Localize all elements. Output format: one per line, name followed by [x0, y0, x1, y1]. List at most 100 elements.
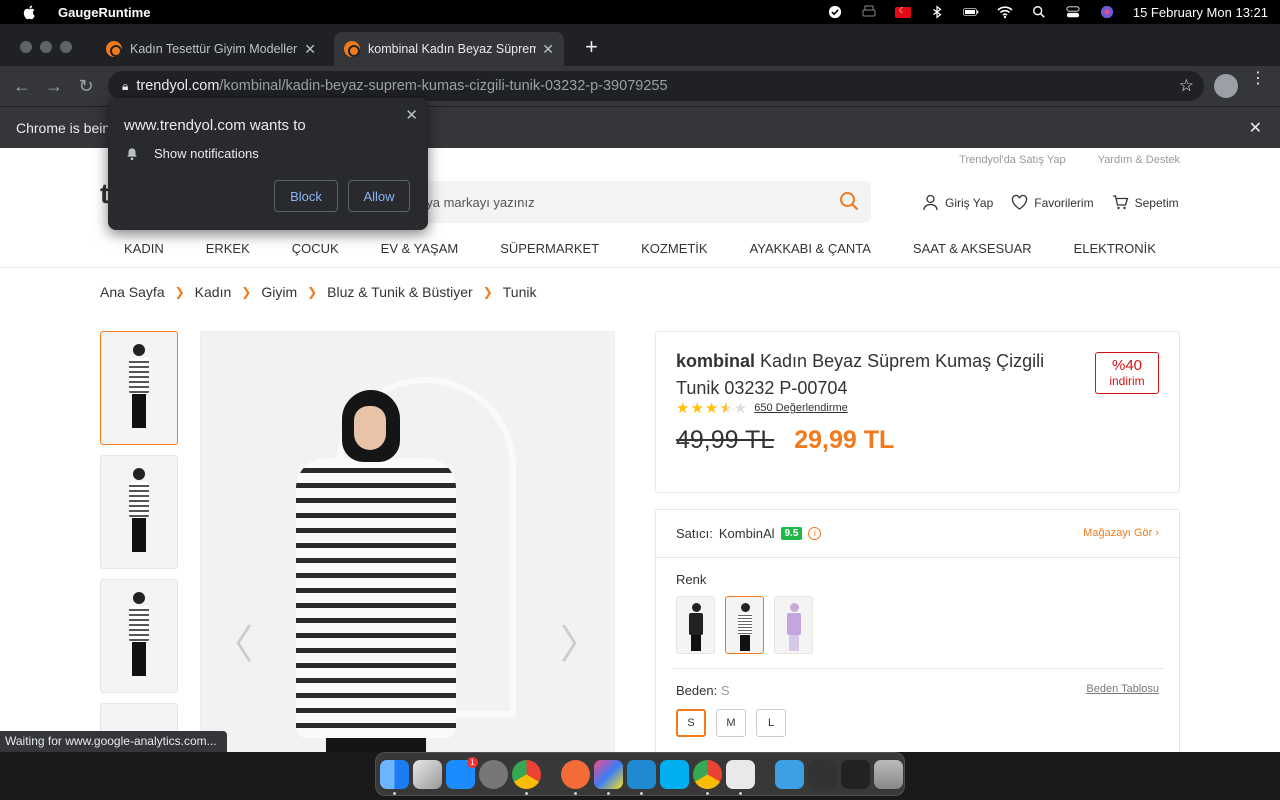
discounted-price: 29,99 TL	[794, 426, 895, 454]
trash-icon[interactable]	[874, 759, 903, 789]
spotlight-search-icon[interactable]	[1031, 5, 1047, 19]
breadcrumb-item[interactable]: Tunik	[503, 284, 537, 300]
active-app-name[interactable]: GaugeRuntime	[58, 5, 150, 20]
login-button[interactable]: Giriş Yap	[922, 194, 993, 211]
product-thumbnail[interactable]	[100, 579, 178, 693]
close-infobar-icon[interactable]: ✕	[1249, 118, 1262, 138]
tab-strip: Kadın Tesettür Giyim Modelleri ✕ kombina…	[0, 24, 1280, 66]
permission-text: Show notifications	[154, 146, 259, 161]
category-cocuk[interactable]: ÇOCUK	[292, 241, 339, 256]
category-erkek[interactable]: ERKEK	[206, 241, 250, 256]
control-center-icon[interactable]	[1065, 5, 1081, 19]
product-brand[interactable]: kombinal	[676, 351, 755, 371]
chrome-menu-icon[interactable]: ⋮	[1250, 71, 1266, 87]
close-window-button[interactable]	[20, 41, 32, 53]
breadcrumb-item[interactable]: Kadın	[195, 284, 232, 300]
downloads-folder-icon[interactable]	[775, 759, 804, 789]
user-actions: Giriş Yap Favorilerim Sepetim	[922, 194, 1179, 211]
back-icon[interactable]: ←	[6, 76, 38, 97]
color-label: Renk	[676, 572, 707, 587]
size-option-l[interactable]: L	[756, 709, 786, 737]
reload-icon[interactable]: ↻	[70, 76, 102, 97]
category-ayakkabi-canta[interactable]: AYAKKABI & ÇANTA	[750, 241, 871, 256]
divider	[672, 668, 1164, 669]
siri-icon[interactable]	[1099, 5, 1115, 19]
terminal-window-icon[interactable]	[841, 759, 870, 789]
minimize-window-button[interactable]	[40, 41, 52, 53]
category-elektronik[interactable]: ELEKTRONİK	[1074, 241, 1156, 256]
search-input[interactable]: i veya markayı yazınız	[390, 181, 871, 223]
launchpad-icon[interactable]	[413, 759, 442, 789]
java-icon[interactable]	[726, 759, 755, 795]
intellij-icon[interactable]	[594, 759, 623, 795]
browser-tab[interactable]: Kadın Tesettür Giyim Modelleri ✕	[96, 32, 326, 66]
color-swatch-lilac[interactable]	[774, 596, 813, 654]
color-swatch-white[interactable]	[725, 596, 764, 654]
block-button[interactable]: Block	[274, 180, 338, 212]
visit-store-link[interactable]: Mağazayı Gör ›	[1083, 527, 1159, 539]
discount-label: indirim	[1109, 374, 1145, 388]
previous-image-icon[interactable]: 〈	[213, 612, 253, 670]
search-icon[interactable]	[839, 191, 859, 211]
breadcrumb-item[interactable]: Ana Sayfa	[100, 284, 165, 300]
zoom-window-button[interactable]	[60, 41, 72, 53]
battery-icon[interactable]	[963, 5, 979, 19]
url-path: /kombinal/kadin-beyaz-suprem-kumas-cizgi…	[219, 78, 668, 94]
apple-menu-icon[interactable]	[22, 4, 38, 20]
close-tab-icon[interactable]: ✕	[304, 41, 316, 58]
profile-avatar-icon[interactable]	[1214, 74, 1238, 98]
next-image-icon[interactable]: 〉	[560, 612, 600, 670]
macos-dock: 1	[375, 752, 905, 796]
input-source-flag-icon[interactable]	[894, 6, 911, 18]
category-saat-aksesuar[interactable]: SAAT & AKSESUAR	[913, 241, 1032, 256]
category-kozmetik[interactable]: KOZMETİK	[641, 241, 707, 256]
vscode-icon[interactable]	[627, 759, 656, 795]
url-host: trendyol.com	[136, 78, 220, 94]
size-chart-link[interactable]: Beden Tablosu	[1086, 683, 1159, 695]
help-support-link[interactable]: Yardım & Destek	[1098, 154, 1180, 166]
color-swatch-black[interactable]	[676, 596, 715, 654]
menubar-clock[interactable]: 15 February Mon 13:21	[1133, 5, 1268, 20]
cart-label: Sepetim	[1134, 195, 1179, 210]
chrome-icon[interactable]	[512, 759, 541, 795]
bluetooth-icon[interactable]	[929, 5, 945, 19]
category-kadin[interactable]: KADIN	[124, 241, 164, 256]
address-bar[interactable]: 🔒︎ trendyol.com/kombinal/kadin-beyaz-sup…	[108, 71, 1204, 101]
product-thumbnail[interactable]	[100, 455, 178, 569]
bookmark-star-icon[interactable]: ☆	[1179, 76, 1194, 96]
rating-count-link[interactable]: 650 Değerlendirme	[754, 402, 848, 414]
forward-icon[interactable]: →	[38, 76, 70, 97]
new-tab-icon[interactable]: +	[585, 36, 598, 58]
status-menus: 15 February Mon 13:21	[827, 5, 1268, 20]
size-option-m[interactable]: M	[716, 709, 746, 737]
seller-name[interactable]: KombinAl	[719, 526, 775, 541]
sell-on-trendyol-link[interactable]: Trendyol'da Satış Yap	[959, 154, 1065, 166]
close-tab-icon[interactable]: ✕	[542, 41, 554, 58]
wifi-icon[interactable]	[997, 5, 1013, 19]
system-preferences-icon[interactable]	[479, 759, 508, 789]
cart-button[interactable]: Sepetim	[1112, 194, 1179, 211]
main-product-image[interactable]: 〈 〉	[200, 331, 615, 752]
trendyol-favicon-icon	[344, 41, 360, 57]
lock-icon[interactable]: 🔒︎	[122, 79, 128, 94]
postman-icon[interactable]	[561, 759, 590, 795]
breadcrumb-item[interactable]: Giyim	[261, 284, 297, 300]
category-supermarket[interactable]: SÜPERMARKET	[500, 241, 599, 256]
favorites-button[interactable]: Favorilerim	[1011, 194, 1094, 211]
size-option-s[interactable]: S	[676, 709, 706, 737]
allow-button[interactable]: Allow	[348, 180, 410, 212]
rating-row: ★★★★★ 650 Değerlendirme	[676, 399, 848, 417]
close-popup-icon[interactable]: ✕	[405, 106, 418, 124]
chrome-alt-icon[interactable]	[693, 759, 722, 795]
skype-icon[interactable]	[660, 759, 689, 789]
printer-icon[interactable]	[861, 5, 877, 19]
breadcrumb-item[interactable]: Bluz & Tunik & Büstiyer	[327, 284, 473, 300]
category-ev-yasam[interactable]: EV & YAŞAM	[381, 241, 459, 256]
finder-icon[interactable]	[380, 759, 409, 795]
browser-tab-active[interactable]: kombinal Kadın Beyaz Süprem ✕	[334, 32, 564, 66]
product-thumbnail[interactable]	[100, 331, 178, 445]
check-circle-icon[interactable]	[827, 5, 843, 19]
info-icon[interactable]: i	[808, 527, 822, 540]
screenshot-icon[interactable]	[808, 759, 837, 789]
app-store-icon[interactable]: 1	[446, 756, 478, 789]
